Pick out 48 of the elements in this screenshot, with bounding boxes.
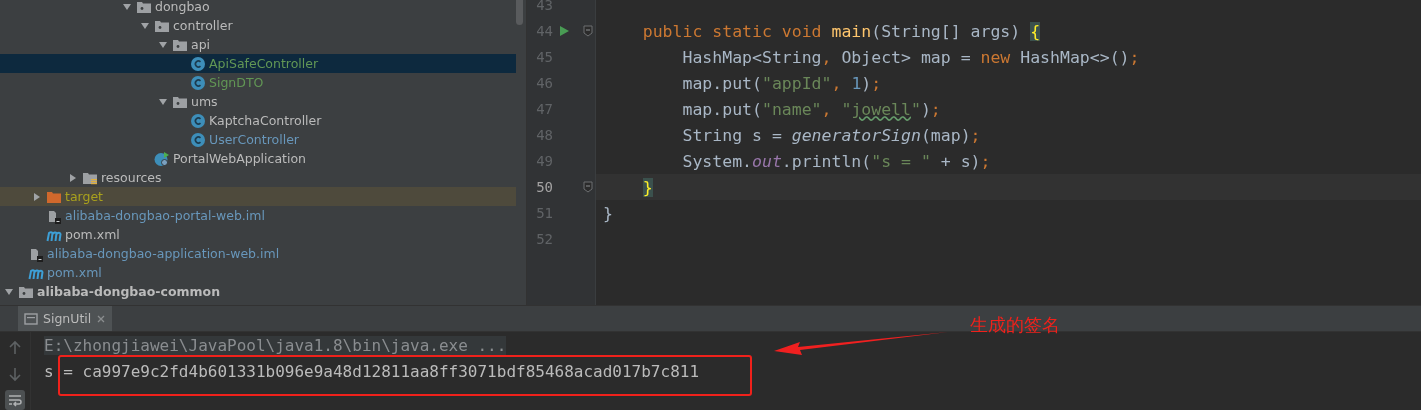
code-line: HashMap<String, Object> map = new HashMap<>();	[681, 47, 1140, 67]
tree-item-label[interactable]: ums	[191, 94, 218, 109]
code-line: }	[603, 203, 613, 223]
class-icon	[190, 131, 206, 148]
tree-item-label[interactable]: alibaba-dongbao-application-web.iml	[47, 246, 280, 261]
expand-arrow-icon[interactable]	[4, 286, 14, 297]
tree-item-label[interactable]: alibaba-dongbao-portal-web.iml	[65, 208, 265, 223]
code-line: System.out.println("s = " + s);	[681, 151, 991, 171]
code-line: map.put("appId", 1);	[681, 73, 882, 93]
tree-item-label[interactable]: dongbao	[155, 0, 210, 14]
scrollbar-thumb[interactable]	[516, 0, 523, 25]
code-line: map.put("name", "jowell");	[681, 99, 941, 119]
tree-item-label[interactable]: pom.xml	[65, 227, 120, 242]
tree-item-label[interactable]: alibaba-dongbao-common	[37, 284, 221, 299]
expand-arrow-icon[interactable]	[140, 20, 150, 31]
annotation-label: 生成的签名	[970, 313, 1060, 337]
tree-item-label[interactable]: api	[191, 37, 211, 52]
code-line: public static void main(String[] args) {	[641, 21, 1041, 41]
line-number: 50	[535, 179, 553, 195]
tree-item-label[interactable]: PortalWebApplication	[173, 151, 306, 166]
class-icon	[190, 74, 206, 91]
tree-item-label[interactable]: ApiSafeController	[209, 56, 319, 71]
tree-item-label[interactable]: controller	[173, 18, 233, 33]
class-icon	[190, 55, 206, 72]
class-icon	[190, 112, 206, 129]
tree-item-label[interactable]: KaptchaController	[209, 113, 322, 128]
tree-item-label[interactable]: SignDTO	[209, 75, 264, 90]
run-tab[interactable]: SignUtil	[18, 306, 113, 331]
console-output: s = ca997e9c2fd4b601331b096e9a48d12811aa8ff3071bdf85468acad017b7c811	[44, 361, 700, 381]
close-icon[interactable]	[96, 313, 107, 324]
collapse-arrow-icon[interactable]	[32, 191, 42, 202]
console-icon	[24, 311, 38, 326]
application-class-icon	[154, 150, 170, 167]
fold-marker-icon[interactable]	[583, 181, 593, 193]
selected-tree-row[interactable]: ApiSafeController	[0, 54, 516, 73]
excluded-tree-row[interactable]: target	[0, 187, 516, 206]
fold-marker-icon[interactable]	[583, 25, 593, 37]
tree-item-label[interactable]: UserController	[209, 132, 299, 147]
soft-wrap-icon[interactable]	[5, 390, 25, 410]
code-line: String s = generatorSign(map);	[681, 125, 981, 145]
tree-item-label[interactable]: target	[65, 189, 103, 204]
expand-arrow-icon[interactable]	[158, 96, 168, 107]
run-icon[interactable]	[558, 25, 570, 37]
tree-item-label[interactable]: pom.xml	[47, 265, 102, 280]
expand-arrow-icon[interactable]	[158, 39, 168, 50]
expand-arrow-icon[interactable]	[122, 1, 132, 12]
tree-item-label[interactable]: resources	[101, 170, 162, 185]
collapse-arrow-icon[interactable]	[68, 172, 78, 183]
